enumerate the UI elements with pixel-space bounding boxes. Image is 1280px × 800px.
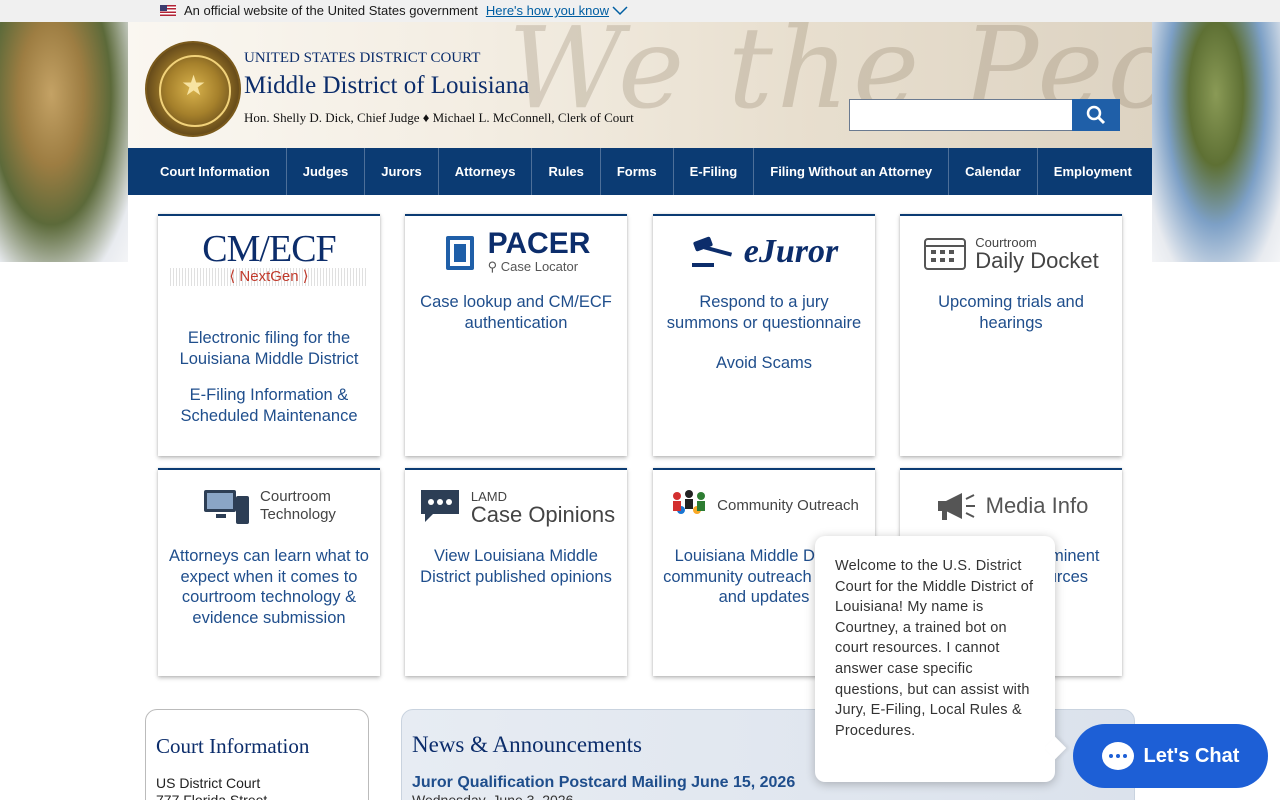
court-address-line1: US District Court [156,775,261,791]
community-outreach-logo: Community Outreach [653,470,875,542]
efiling-info-link[interactable]: E-Filing Information & Scheduled Mainten… [158,385,380,426]
magnifier-icon: ⚲ [487,259,498,274]
site-header: We the People UNITED STATES DISTRICT COU… [128,22,1152,148]
search-input[interactable] [849,99,1073,131]
courtroom-tech-description[interactable]: Attorneys can learn what to expect when … [158,546,380,628]
speech-bubble-icon [420,490,459,522]
card-case-opinions[interactable]: LAMD Case Opinions View Louisiana Middle… [405,468,627,676]
chevron-down-icon [612,5,628,15]
card-daily-docket[interactable]: Courtroom Daily Docket Upcoming trials a… [900,214,1122,456]
court-info-heading: Court Information [156,734,310,758]
search-icon [1086,105,1106,125]
nav-attorneys[interactable]: Attorneys [439,148,533,195]
ejuror-description[interactable]: Respond to a jury summons or questionnai… [653,292,875,333]
nav-judges[interactable]: Judges [287,148,366,195]
pacer-description[interactable]: Case lookup and CM/ECF authentication [405,292,627,333]
chat-icon [1101,742,1134,770]
docket-description[interactable]: Upcoming trials and hearings [900,292,1122,333]
case-locator-text: ⚲ Case Locator [487,259,579,274]
main-nav: Court Information Judges Jurors Attorney… [128,148,1152,195]
court-address-line2: 777 Florida Street [156,792,268,800]
nav-jurors[interactable]: Jurors [365,148,439,195]
pacer-logo: PACER ⚲ Case Locator [405,216,627,288]
nav-filing-without-attorney[interactable]: Filing Without an Attorney [754,148,950,195]
lets-chat-label: Let's Chat [1143,744,1240,767]
calendar-icon [924,238,967,270]
nav-forms[interactable]: Forms [601,148,674,195]
nav-calendar[interactable]: Calendar [949,148,1038,195]
background-trees-right [1152,22,1280,262]
ejuror-logo-text: eJuror [743,233,839,270]
court-info-panel: Court Information US District Court 777 … [145,709,369,800]
us-flag-icon [160,5,176,16]
judge-clerk-line: Hon. Shelly D. Dick, Chief Judge ♦ Micha… [244,110,634,125]
background-trees-left [0,22,128,262]
court-seal-icon[interactable] [145,41,241,137]
pacer-book-icon [445,236,474,270]
nav-employment[interactable]: Employment [1038,148,1148,195]
courtroom-tech-logo: Courtroom Technology [158,470,380,542]
search-button[interactable] [1072,99,1120,131]
district-name[interactable]: Middle District of Louisiana [244,72,529,100]
cmecf-description[interactable]: Electronic filing for the Louisiana Midd… [158,328,380,369]
cmecf-logo: CM/ECF ⟨ NextGen ⟩ [158,216,380,290]
media-info-logo: Media Info [900,470,1122,542]
nav-e-filing[interactable]: E-Filing [674,148,755,195]
card-cmecf[interactable]: CM/ECF ⟨ NextGen ⟩ Electronic filing for… [158,214,380,456]
people-group-icon [673,490,706,514]
pacer-logo-text: PACER [487,227,591,260]
nav-court-information[interactable]: Court Information [128,148,287,195]
computer-icon [204,490,250,524]
lets-chat-button[interactable]: Let's Chat [1073,724,1268,788]
daily-docket-logo: Courtroom Daily Docket [900,216,1122,288]
gavel-icon [691,236,732,267]
news-item-date: Wednesday, June 3, 2026 [412,792,574,800]
chat-welcome-bubble[interactable]: Welcome to the U.S. District Court for t… [815,536,1055,782]
card-courtroom-technology[interactable]: Courtroom Technology Attorneys can learn… [158,468,380,676]
card-pacer[interactable]: PACER ⚲ Case Locator Case lookup and CM/… [405,214,627,456]
ejuror-logo: eJuror [653,216,875,288]
case-opinions-logo: LAMD Case Opinions [405,470,627,542]
megaphone-icon [937,493,975,520]
card-ejuror[interactable]: eJuror Respond to a jury summons or ques… [653,214,875,456]
cmecf-logo-text: CM/ECF [202,228,336,270]
case-opinions-description[interactable]: View Louisiana Middle District published… [405,546,627,587]
gov-banner-text: An official website of the United States… [184,3,478,18]
avoid-scams-link[interactable]: Avoid Scams [653,353,875,374]
nextgen-logo-text: ⟨ NextGen ⟩ [170,268,368,286]
nav-rules[interactable]: Rules [532,148,601,195]
court-name-line[interactable]: UNITED STATES DISTRICT COURT [244,50,480,67]
gov-banner: An official website of the United States… [0,0,1280,22]
heres-how-you-know-link[interactable]: Here's how you know [486,3,628,18]
